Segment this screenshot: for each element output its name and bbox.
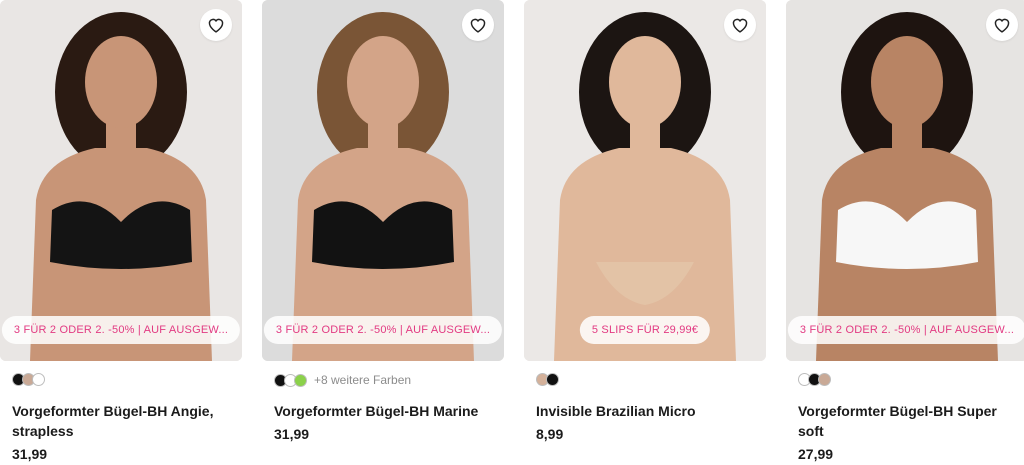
heart-icon [732,18,748,33]
product-photo [262,0,504,361]
promo-badge[interactable]: 3 FÜR 2 ODER 2. -50% | AUF AUSGEW... [1,316,241,344]
heart-icon [208,18,224,33]
model-face [871,36,943,128]
product-grid: 3 FÜR 2 ODER 2. -50% | AUF AUSGEW... Vor… [0,0,1024,465]
product-photo [786,0,1024,361]
heart-icon [470,18,486,33]
promo-badge[interactable]: 3 FÜR 2 ODER 2. -50% | AUF AUSGEW... [787,316,1024,344]
more-colors-link[interactable]: +8 weitere Farben [314,373,411,387]
color-swatches: +8 weitere Farben [274,373,411,387]
product-image[interactable]: 5 SLIPS FÜR 29,99€ [524,0,766,361]
product-photo [524,0,766,361]
promo-badge[interactable]: 3 FÜR 2 ODER 2. -50% | AUF AUSGEW... [263,316,503,344]
product-card[interactable]: 3 FÜR 2 ODER 2. -50% | AUF AUSGEW... +8 … [262,0,504,465]
color-swatches [798,373,831,386]
model-face [609,36,681,128]
color-swatch[interactable] [546,373,559,386]
product-price: 31,99 [274,426,310,442]
product-card[interactable]: 3 FÜR 2 ODER 2. -50% | AUF AUSGEW... Vor… [0,0,242,465]
product-name[interactable]: Invisible Brazilian Micro [536,401,756,421]
product-name[interactable]: Vorgeformter Bügel-BH Super soft [798,401,1018,441]
product-image[interactable]: 3 FÜR 2 ODER 2. -50% | AUF AUSGEW... [262,0,504,361]
product-card[interactable]: 5 SLIPS FÜR 29,99€ Invisible Brazilian M… [524,0,766,465]
product-card[interactable]: 3 FÜR 2 ODER 2. -50% | AUF AUSGEW... Vor… [786,0,1024,465]
product-name[interactable]: Vorgeformter Bügel-BH Marine [274,401,494,421]
color-swatches [536,373,559,386]
color-swatches [12,373,45,386]
product-price: 31,99 [12,446,48,462]
wishlist-button[interactable] [986,9,1018,41]
product-photo [0,0,242,361]
color-swatch[interactable] [32,373,45,386]
product-price: 8,99 [536,426,564,442]
product-image[interactable]: 3 FÜR 2 ODER 2. -50% | AUF AUSGEW... [786,0,1024,361]
promo-badge[interactable]: 5 SLIPS FÜR 29,99€ [579,316,711,344]
model-face [347,36,419,128]
product-name[interactable]: Vorgeformter Bügel-BH Angie, strapless [12,401,232,441]
color-swatch[interactable] [294,373,307,387]
color-swatch[interactable] [818,373,831,386]
heart-icon [994,18,1010,33]
product-price: 27,99 [798,446,834,462]
wishlist-button[interactable] [462,9,494,41]
wishlist-button[interactable] [724,9,756,41]
wishlist-button[interactable] [200,9,232,41]
product-image[interactable]: 3 FÜR 2 ODER 2. -50% | AUF AUSGEW... [0,0,242,361]
model-face [85,36,157,128]
